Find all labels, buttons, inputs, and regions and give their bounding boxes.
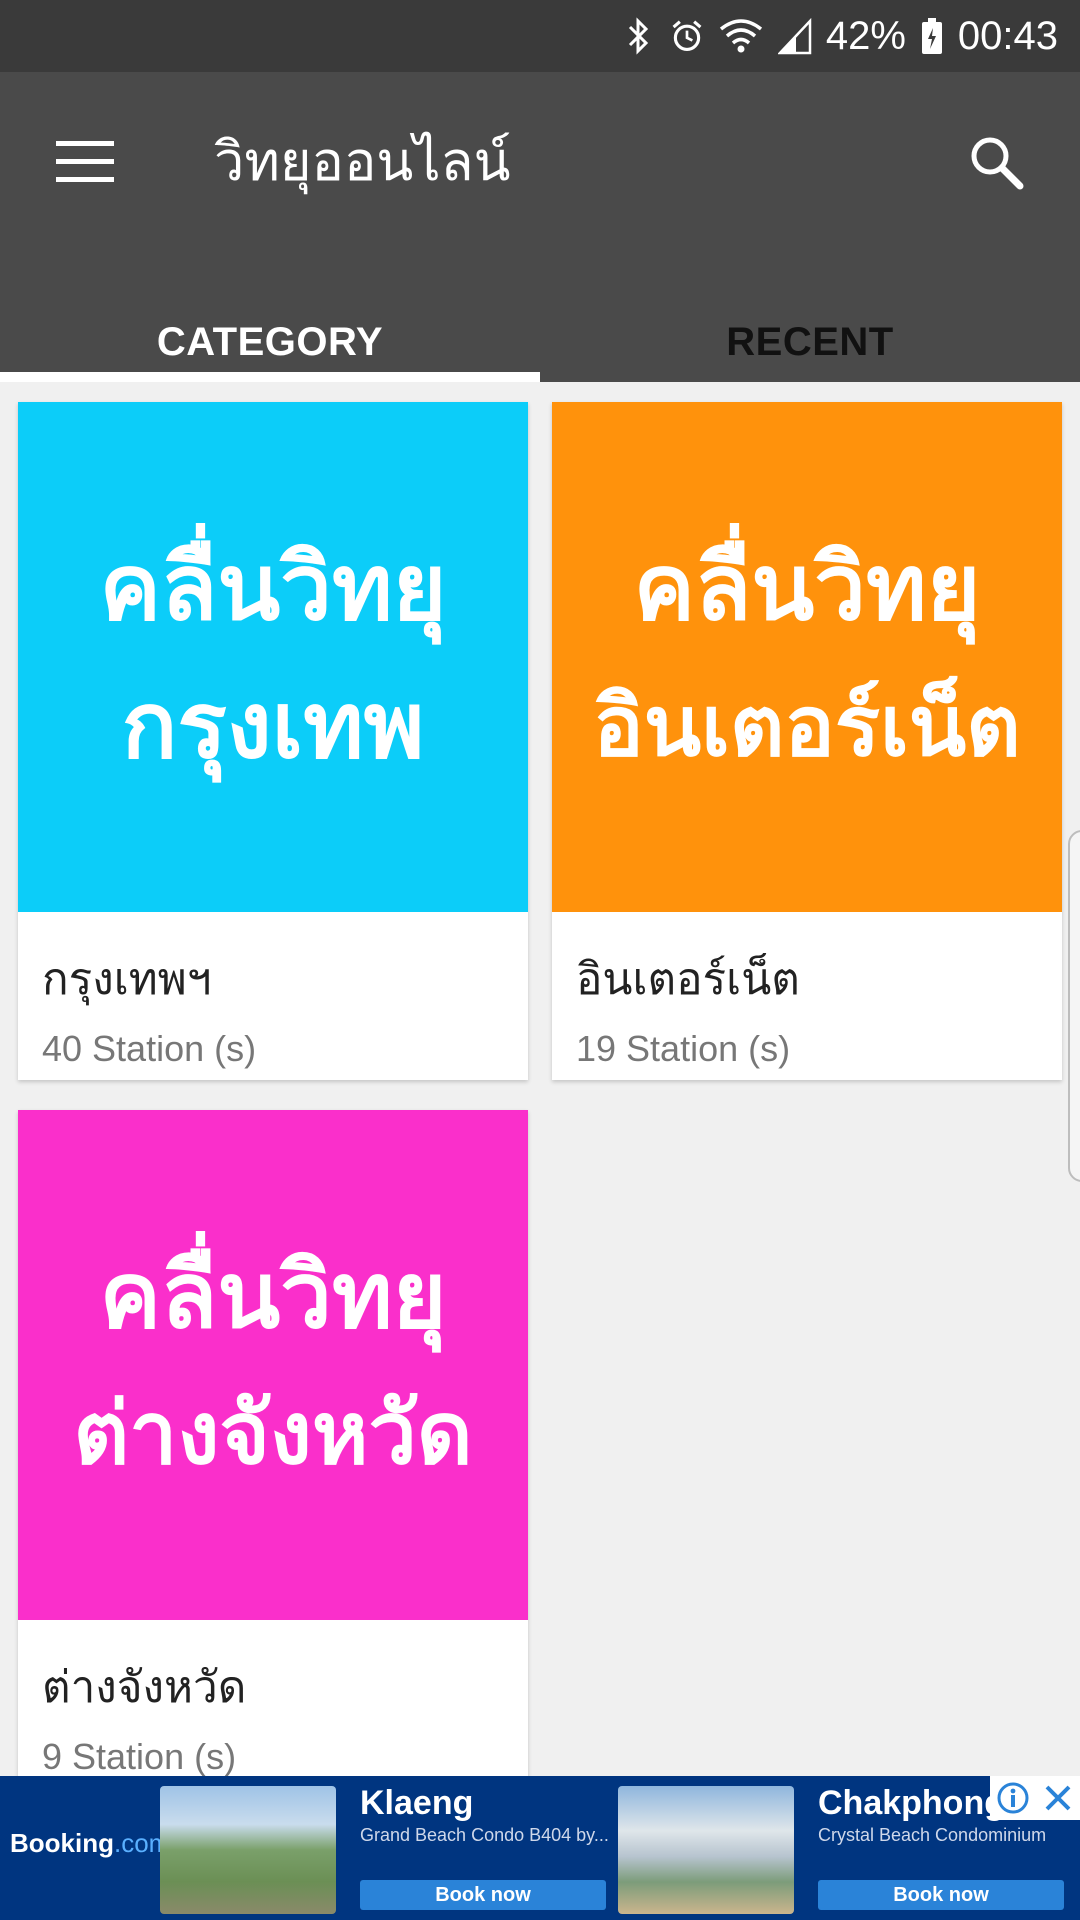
card-body: ต่างจังหวัด 9 Station (s) — [18, 1620, 528, 1776]
ad-item-info: Klaeng Grand Beach Condo B404 by... — [360, 1784, 609, 1846]
signal-icon — [777, 16, 812, 56]
alarm-icon — [670, 16, 704, 56]
app-bar: วิทยุออนไลน์ CATEGORY RECENT — [0, 72, 1080, 382]
card-body: อินเตอร์เน็ต 19 Station (s) — [552, 912, 1062, 1080]
thumbnail-text-line2: อินเตอร์เน็ต — [593, 677, 1021, 775]
booking-logo-text: Booking — [10, 1828, 114, 1858]
ad-item-desc: Grand Beach Condo B404 by... — [360, 1825, 609, 1845]
ad-photo[interactable] — [618, 1786, 794, 1914]
status-bar: 42% 00:43 — [0, 0, 1080, 72]
category-thumbnail: คลื่นวิทยุ ต่างจังหวัด — [18, 1110, 528, 1620]
ad-item-desc: Crystal Beach Condominium — [818, 1825, 1047, 1845]
thumbnail-text-line2: ต่างจังหวัด — [73, 1384, 473, 1484]
wifi-icon — [718, 16, 764, 56]
thumbnail-text-line2: กรุงเทพ — [121, 672, 425, 779]
battery-icon — [920, 16, 944, 56]
clock: 00:43 — [957, 13, 1058, 58]
category-grid: คลื่นวิทยุ กรุงเทพ กรุงเทพฯ 40 Station (… — [0, 382, 1080, 1776]
station-count: 19 Station (s) — [576, 1028, 791, 1069]
thumbnail-text-line1: คลื่นวิทยุ — [633, 534, 981, 641]
scroll-handle[interactable] — [1068, 830, 1080, 1182]
ad-photo[interactable] — [160, 1786, 336, 1914]
status-icons: 42% 00:43 — [622, 0, 1058, 72]
bluetooth-icon — [622, 16, 656, 56]
book-now-button[interactable]: Book now — [818, 1880, 1064, 1910]
close-icon[interactable] — [1040, 1780, 1076, 1816]
station-count: 40 Station (s) — [42, 1028, 257, 1069]
page-title: วิทยุออนไลน์ — [214, 130, 511, 193]
ad-controls — [990, 1776, 1080, 1820]
search-button[interactable] — [954, 122, 1038, 206]
category-title: ต่างจังหวัด — [42, 1662, 247, 1713]
search-icon — [968, 134, 1024, 194]
category-title: กรุงเทพฯ — [42, 954, 212, 1005]
category-card-bangkok[interactable]: คลื่นวิทยุ กรุงเทพ กรุงเทพฯ 40 Station (… — [18, 402, 528, 1080]
category-thumbnail: คลื่นวิทยุ อินเตอร์เน็ต — [552, 402, 1062, 912]
category-title: อินเตอร์เน็ต — [576, 954, 800, 1005]
battery-percent: 42% — [825, 13, 906, 58]
thumbnail-text-line1: คลื่นวิทยุ — [99, 1242, 447, 1349]
book-now-button[interactable]: Book now — [360, 1880, 606, 1910]
station-count: 9 Station (s) — [42, 1736, 237, 1776]
card-body: กรุงเทพฯ 40 Station (s) — [18, 912, 528, 1080]
booking-logo: Booking.com — [10, 1828, 170, 1859]
menu-icon — [56, 141, 114, 187]
ad-item-name: Klaeng — [360, 1784, 474, 1822]
category-thumbnail: คลื่นวิทยุ กรุงเทพ — [18, 402, 528, 912]
ad-banner[interactable]: Booking.com Klaeng Grand Beach Condo B40… — [0, 1776, 1080, 1920]
tab-recent[interactable]: RECENT — [540, 312, 1080, 382]
info-icon[interactable] — [995, 1780, 1031, 1816]
menu-button[interactable] — [40, 124, 130, 204]
tab-indicator — [0, 372, 540, 382]
category-card-provinces[interactable]: คลื่นวิทยุ ต่างจังหวัด ต่างจังหวัด 9 Sta… — [18, 1110, 528, 1776]
thumbnail-text-line1: คลื่นวิทยุ — [99, 534, 447, 641]
category-card-internet[interactable]: คลื่นวิทยุ อินเตอร์เน็ต อินเตอร์เน็ต 19 … — [552, 402, 1062, 1080]
